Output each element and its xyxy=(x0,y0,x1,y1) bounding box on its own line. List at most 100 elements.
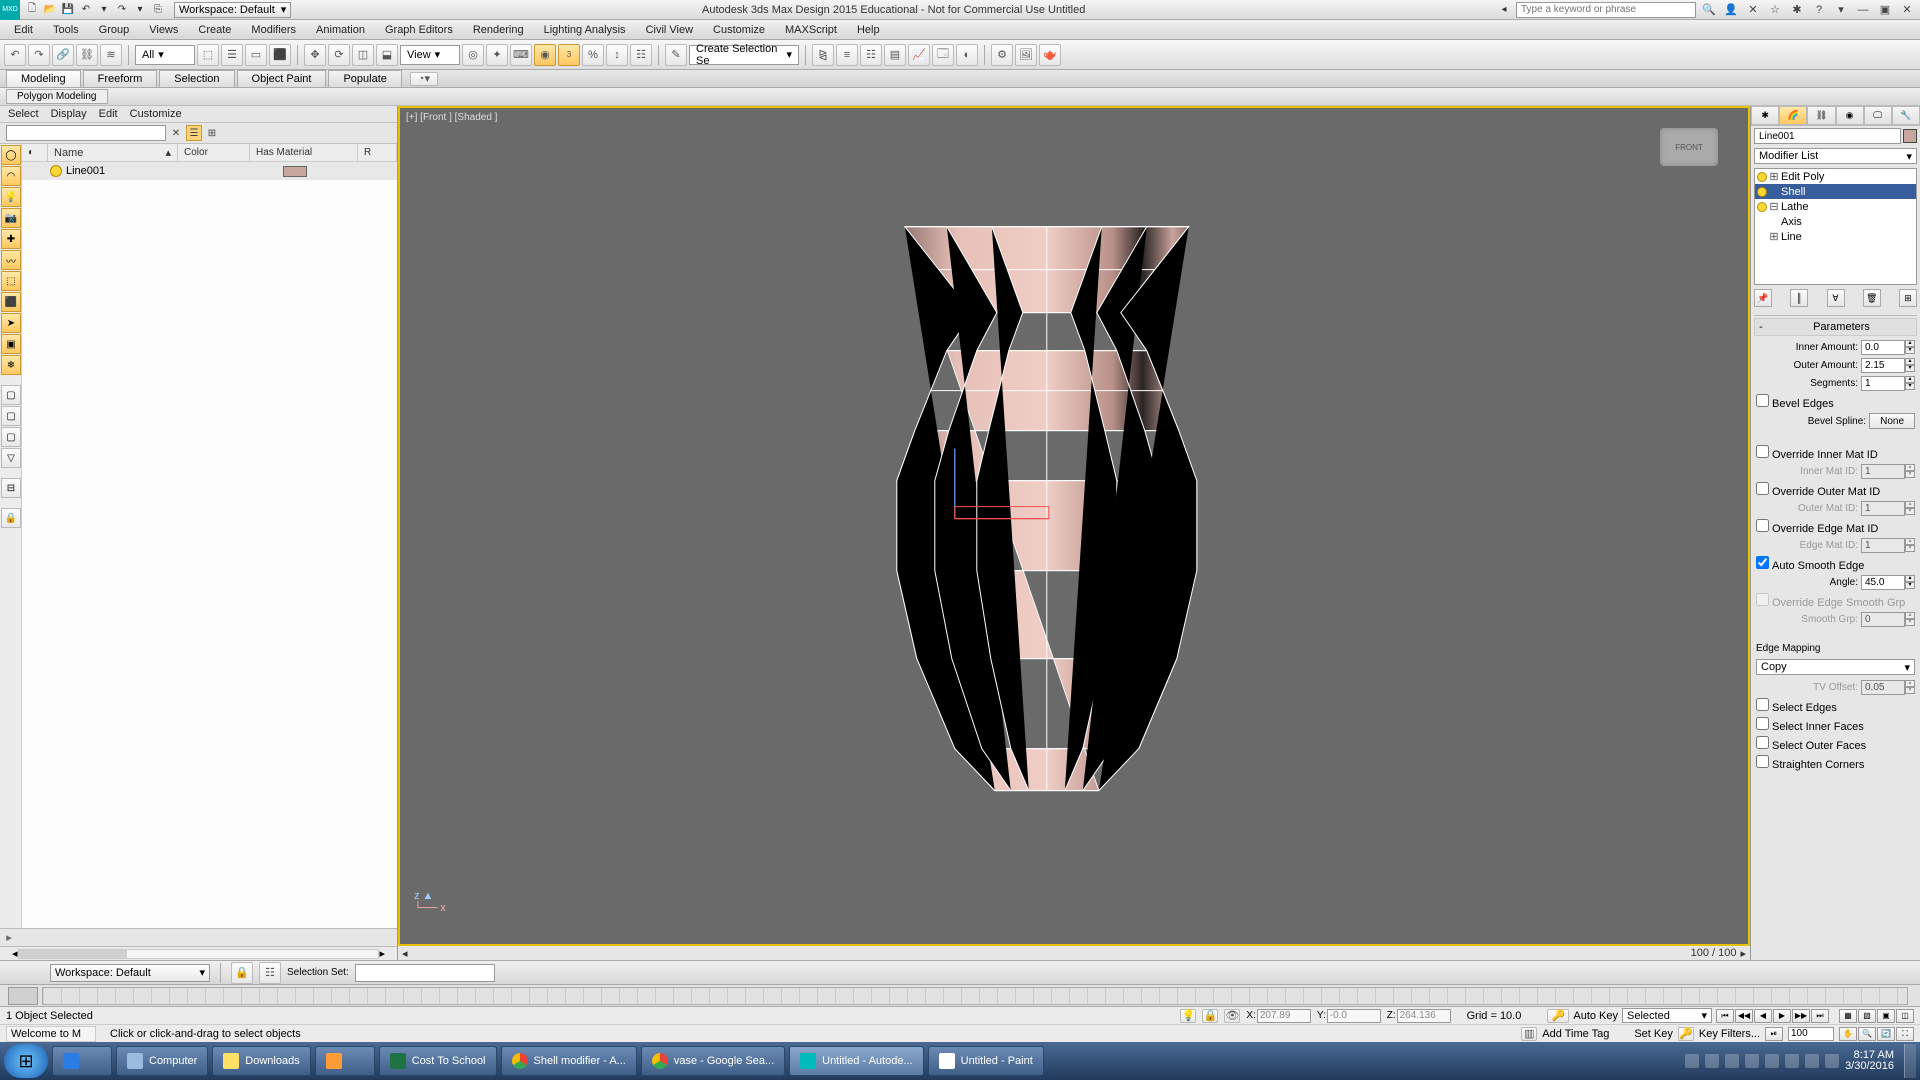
bind-button[interactable]: ≋ xyxy=(100,44,122,66)
spinner-snap-button[interactable]: ↕ xyxy=(606,44,628,66)
viewport-scroll-left-icon[interactable]: ◂ xyxy=(402,947,408,960)
tab-display-icon[interactable]: 🖵 xyxy=(1864,106,1892,125)
bulb-icon[interactable] xyxy=(1757,202,1767,212)
tab-selection[interactable]: Selection xyxy=(159,70,234,87)
z-input[interactable] xyxy=(1397,1009,1451,1023)
unlink-button[interactable]: ⛓ xyxy=(76,44,98,66)
explorer-menu-display[interactable]: Display xyxy=(51,108,87,120)
straighten-check[interactable]: Straighten Corners xyxy=(1756,755,1864,771)
stack-editpoly[interactable]: ⊞Edit Poly xyxy=(1755,169,1916,184)
filter-lights-icon[interactable]: 💡 xyxy=(1,187,21,207)
percent-snap-button[interactable]: % xyxy=(582,44,604,66)
tree-col-hasmat[interactable]: Has Material xyxy=(250,144,358,161)
snap-toggle-button[interactable]: ◉ xyxy=(534,44,556,66)
scale-button[interactable]: ◫ xyxy=(352,44,374,66)
object-name-input[interactable] xyxy=(1754,128,1901,144)
viewport[interactable]: [+] [Front ] [Shaded ] FRONT xyxy=(398,106,1750,946)
menu-maxscript[interactable]: MAXScript xyxy=(775,22,847,38)
filter-bones-icon[interactable]: ➤ xyxy=(1,313,21,333)
spinner[interactable]: ▴▾ xyxy=(1905,376,1915,391)
rect-select-button[interactable]: ▭ xyxy=(245,44,267,66)
override-outer-check[interactable]: Override Outer Mat ID xyxy=(1756,482,1880,498)
zoom-icon[interactable]: 🔍 xyxy=(1858,1027,1876,1041)
select-button[interactable]: ⬚ xyxy=(197,44,219,66)
ribbon-toggle-button[interactable]: ▤ xyxy=(884,44,906,66)
vp-shade-icon[interactable]: ▦ xyxy=(1839,1009,1857,1023)
tree-col-r[interactable]: R xyxy=(358,144,397,161)
timeline[interactable] xyxy=(0,984,1920,1006)
tab-objectpaint[interactable]: Object Paint xyxy=(237,70,327,87)
task-chrome-2[interactable]: vase - Google Sea... xyxy=(641,1046,785,1076)
lock-selection-icon[interactable]: 💡 xyxy=(1180,1009,1196,1023)
tab-create-icon[interactable]: ✱ xyxy=(1751,106,1779,125)
menu-views[interactable]: Views xyxy=(139,22,188,38)
manipulate-button[interactable]: ✦ xyxy=(486,44,508,66)
search-icon[interactable]: 🔍 xyxy=(1700,2,1718,18)
filter-xrefs-icon[interactable]: ⬛ xyxy=(1,292,21,312)
bulb-icon[interactable] xyxy=(1757,172,1767,182)
current-frame-input[interactable] xyxy=(1788,1027,1834,1041)
override-edge-check[interactable]: Override Edge Mat ID xyxy=(1756,519,1878,535)
help-dropdown-icon[interactable]: ▾ xyxy=(1832,2,1850,18)
favorites-icon[interactable]: ☆ xyxy=(1766,2,1784,18)
pivot-button[interactable]: ◎ xyxy=(462,44,484,66)
lock-ui-icon[interactable]: 🔒 xyxy=(231,962,253,984)
task-paint[interactable]: Untitled - Paint xyxy=(928,1046,1044,1076)
disp-all-icon[interactable]: ▢ xyxy=(1,385,21,405)
stack-line[interactable]: ⊞Line xyxy=(1755,229,1916,244)
spinner[interactable]: ▴▾ xyxy=(1905,340,1915,355)
mirror-button[interactable]: ⧎ xyxy=(812,44,834,66)
prev-key-icon[interactable]: ◀ xyxy=(1754,1009,1772,1023)
filter-helpers-icon[interactable]: ✚ xyxy=(1,229,21,249)
tab-freeform[interactable]: Freeform xyxy=(83,70,158,87)
bevel-spline-button[interactable]: None xyxy=(1869,413,1915,429)
selection-set-input[interactable] xyxy=(355,964,495,982)
start-button[interactable]: ⊞ xyxy=(4,1044,48,1078)
tray-icon[interactable] xyxy=(1825,1054,1839,1068)
filter-spacewarps-icon[interactable]: 〰 xyxy=(1,250,21,270)
ribbon-collapse-button[interactable]: ◔▾ xyxy=(410,72,438,86)
bevel-edges-check[interactable]: Bevel Edges xyxy=(1756,394,1834,410)
select-outer-check[interactable]: Select Outer Faces xyxy=(1756,736,1866,752)
layers-button[interactable]: ☷ xyxy=(860,44,882,66)
tray-icon[interactable] xyxy=(1725,1054,1739,1068)
explorer-filter-icon[interactable]: ☰ xyxy=(186,125,202,141)
make-unique-icon[interactable]: ∀ xyxy=(1827,289,1845,307)
keyfilters-button[interactable]: Key Filters... xyxy=(1699,1028,1760,1040)
explorer-view-icon[interactable]: ⊞ xyxy=(204,125,220,141)
tray-icon[interactable] xyxy=(1685,1054,1699,1068)
render-setup-button[interactable]: ⚙ xyxy=(991,44,1013,66)
maximize-vp-icon[interactable]: ⛶ xyxy=(1896,1027,1914,1041)
viewport-label[interactable]: [+] [Front ] [Shaded ] xyxy=(406,112,497,123)
curve-editor-button[interactable]: 📈 xyxy=(908,44,930,66)
render-frame-button[interactable]: 🖼 xyxy=(1015,44,1037,66)
menu-civilview[interactable]: Civil View xyxy=(636,22,703,38)
maxscript-mini[interactable]: Welcome to M xyxy=(6,1026,96,1042)
select-edges-check[interactable]: Select Edges xyxy=(1756,698,1837,714)
task-3dsmax[interactable]: Untitled - Autode... xyxy=(789,1046,924,1076)
clock[interactable]: 8:17 AM3/30/2016 xyxy=(1845,1050,1894,1072)
override-inner-check[interactable]: Override Inner Mat ID xyxy=(1756,445,1878,461)
sel-highlight-button[interactable]: ✎ xyxy=(665,44,687,66)
chevron-left-icon[interactable]: ◂ xyxy=(1496,2,1512,18)
menu-rendering[interactable]: Rendering xyxy=(463,22,534,38)
menu-help[interactable]: Help xyxy=(847,22,890,38)
schematic-button[interactable]: 🗔 xyxy=(932,44,954,66)
show-desktop[interactable] xyxy=(1904,1044,1916,1078)
mx-icon[interactable]: ✱ xyxy=(1788,2,1806,18)
filter-shapes-icon[interactable]: ◠ xyxy=(1,166,21,186)
selectname-button[interactable]: ☰ xyxy=(221,44,243,66)
explorer-menu-customize[interactable]: Customize xyxy=(130,108,182,120)
tab-modeling[interactable]: Modeling xyxy=(6,70,81,87)
workspace-combo[interactable]: Workspace: Default▾ xyxy=(50,964,210,982)
filter-frozen-icon[interactable]: ❄ xyxy=(1,355,21,375)
edge-mapping-combo[interactable]: Copy▾ xyxy=(1756,659,1915,675)
open-icon[interactable]: 📂 xyxy=(42,2,58,18)
tray-icon[interactable] xyxy=(1745,1054,1759,1068)
task-ie[interactable] xyxy=(52,1046,112,1076)
undo-button[interactable]: ↶ xyxy=(4,44,26,66)
orbit-icon[interactable]: 🔄 xyxy=(1877,1027,1895,1041)
tray-icon[interactable] xyxy=(1785,1054,1799,1068)
vp-iso-icon[interactable]: ◫ xyxy=(1896,1009,1914,1023)
viewcube[interactable]: FRONT xyxy=(1660,128,1718,166)
